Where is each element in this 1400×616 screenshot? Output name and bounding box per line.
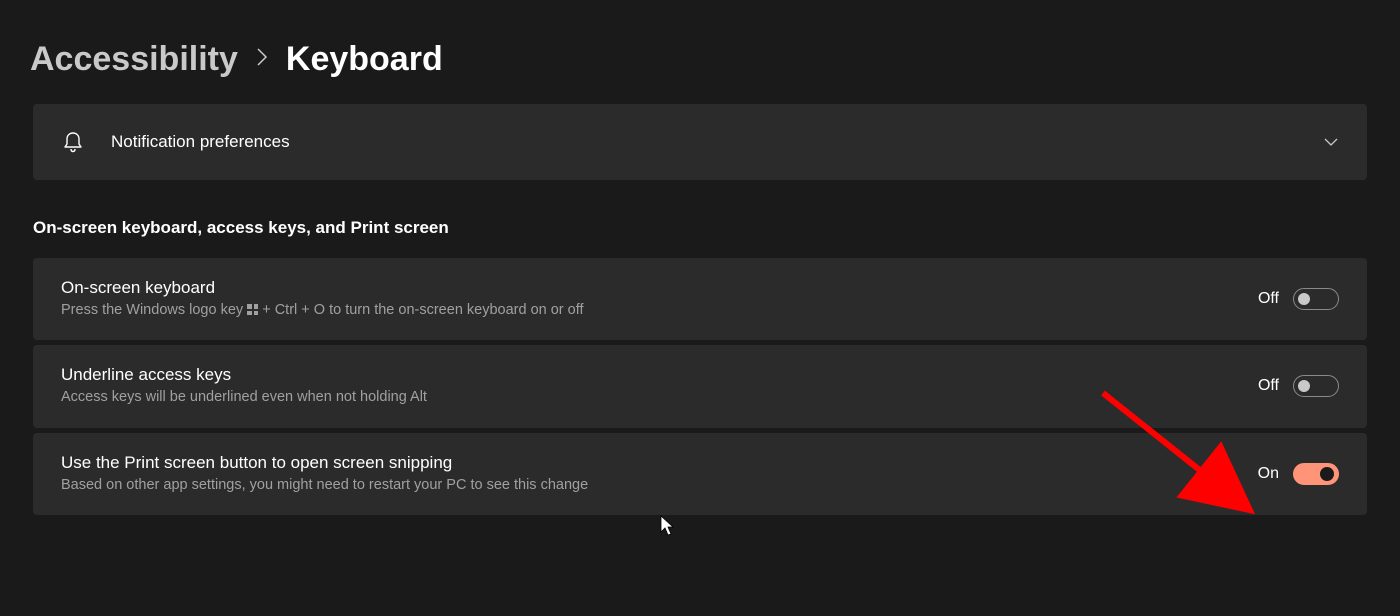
setting-desc: Access keys will be underlined even when… [61,387,1258,407]
breadcrumb-current: Keyboard [286,40,443,79]
section-heading: On-screen keyboard, access keys, and Pri… [33,218,1367,238]
mouse-cursor-icon [660,515,676,537]
underline-access-keys-row: Underline access keys Access keys will b… [33,345,1367,427]
onscreen-keyboard-row: On-screen keyboard Press the Windows log… [33,258,1367,340]
chevron-down-icon [1323,137,1339,147]
setting-title: Use the Print screen button to open scre… [61,453,1258,473]
chevron-right-icon [256,47,268,73]
setting-title: On-screen keyboard [61,278,1258,298]
windows-logo-icon [247,304,258,315]
breadcrumb-parent[interactable]: Accessibility [30,40,238,79]
underline-access-keys-toggle[interactable] [1293,375,1339,397]
onscreen-keyboard-toggle[interactable] [1293,288,1339,310]
toggle-state-label: Off [1258,290,1279,308]
toggle-state-label: On [1258,465,1279,483]
print-screen-snipping-toggle[interactable] [1293,463,1339,485]
bell-icon [61,130,85,154]
toggle-state-label: Off [1258,377,1279,395]
setting-title: Underline access keys [61,365,1258,385]
print-screen-snipping-row: Use the Print screen button to open scre… [33,433,1367,515]
breadcrumb: Accessibility Keyboard [0,0,1400,104]
notification-preferences-label: Notification preferences [111,132,1323,152]
notification-preferences-row[interactable]: Notification preferences [33,104,1367,180]
setting-desc: Based on other app settings, you might n… [61,475,1258,495]
setting-desc: Press the Windows logo key + Ctrl + O to… [61,300,1258,320]
